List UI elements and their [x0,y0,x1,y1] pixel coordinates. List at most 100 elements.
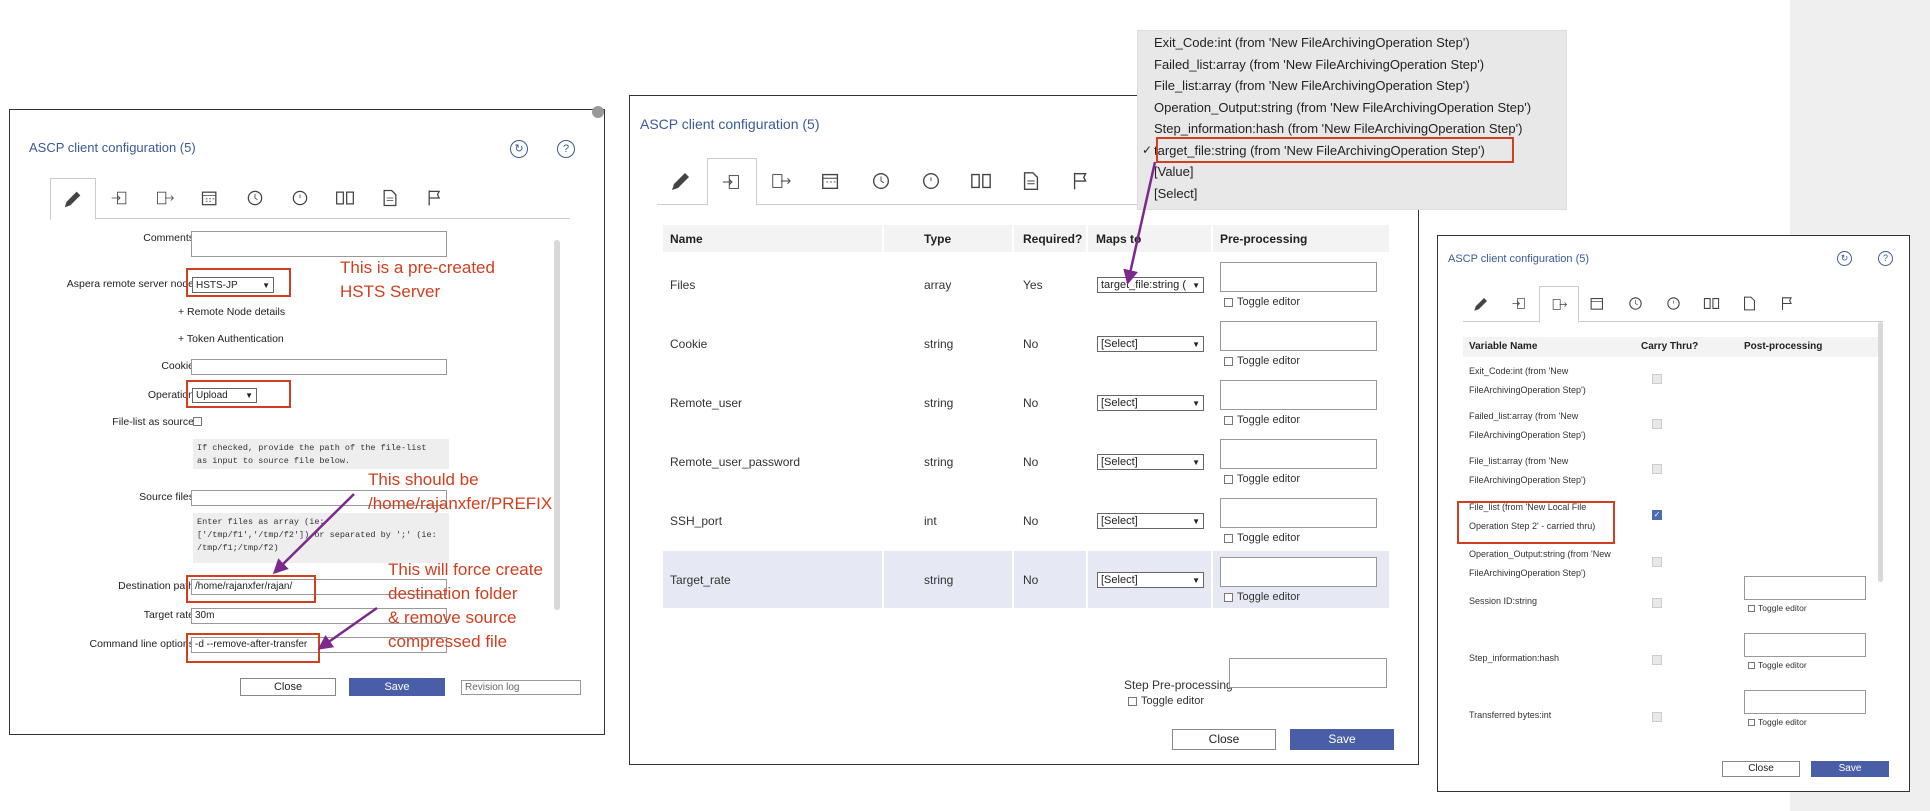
token-auth-toggle[interactable]: + Token Authentication [178,333,284,345]
save-button[interactable]: Save [349,678,445,696]
carry-thru-checkbox[interactable] [1652,712,1662,722]
post-processing-textarea[interactable] [1744,633,1866,657]
tab-notes[interactable] [1007,158,1055,204]
tab-retry[interactable] [1617,286,1653,321]
toggle-editor-checkbox[interactable] [1224,475,1233,484]
tab-schedule[interactable] [1579,286,1615,321]
tab-schedule[interactable] [807,158,855,204]
refresh-icon[interactable]: ↻ [1837,251,1852,266]
preprocessing-textarea[interactable] [1220,557,1377,587]
refresh-icon[interactable]: ↻ [510,140,528,158]
tab-docs[interactable] [1693,286,1729,321]
dropdown-option[interactable]: Operation_Output:string (from 'New FileA… [1154,100,1531,115]
tab-timeout[interactable] [1655,286,1691,321]
help-icon[interactable]: ? [1878,251,1893,266]
dropdown-option[interactable]: File_list:array (from 'New FileArchiving… [1154,78,1470,93]
preprocessing-textarea[interactable] [1220,498,1377,528]
chevron-down-icon: ▼ [1192,398,1200,408]
variable-name: Failed_list:array (from 'New [1469,411,1579,421]
tab-outputs[interactable] [757,158,805,204]
revision-log-field[interactable]: Revision log [461,680,581,695]
maps-to-select[interactable]: [Select] ▼ [1097,336,1204,352]
post-processing-textarea[interactable] [1744,690,1866,714]
tab-inputs[interactable] [1501,286,1537,321]
toggle-editor-checkbox[interactable] [1224,534,1233,543]
col-post-processing: Post-processing [1744,341,1823,352]
maps-to-select[interactable]: [Select] ▼ [1097,513,1204,529]
col-variable-name: Variable Name [1469,341,1538,352]
destination-path-label: Destination path [118,580,194,592]
tab-general[interactable] [657,158,705,204]
tab-retry[interactable] [235,178,275,218]
toggle-editor-checkbox[interactable] [1748,605,1755,612]
carry-thru-checkbox[interactable] [1652,419,1662,429]
toggle-editor-checkbox[interactable] [1224,416,1233,425]
carry-thru-checkbox[interactable] [1652,598,1662,608]
tab-timeout[interactable] [907,158,955,204]
output-icon [772,174,791,188]
toggle-editor-checkbox[interactable] [1224,593,1233,602]
dropdown-option[interactable]: [Value] [1154,164,1194,179]
tab-notes[interactable] [1731,286,1767,321]
remote-node-details-toggle[interactable]: + Remote Node details [178,306,285,318]
scrollbar[interactable] [1878,322,1883,582]
tab-outputs[interactable] [1539,286,1579,323]
tab-retry[interactable] [857,158,905,204]
highlight-selected-option [1156,137,1514,163]
preprocessing-textarea[interactable] [1220,262,1377,292]
comments-field[interactable] [191,231,447,257]
dropdown-option[interactable]: [Select] [1154,186,1197,201]
carry-thru-checkbox[interactable] [1652,374,1662,384]
toggle-editor-checkbox[interactable] [1224,357,1233,366]
tab-flag[interactable] [1057,158,1105,204]
carry-thru-checkbox[interactable] [1652,655,1662,665]
close-button[interactable]: Close [1722,761,1800,777]
preprocessing-textarea[interactable] [1220,380,1377,410]
tab-flag[interactable] [1769,286,1805,321]
annotation-line: /home/rajanxfer/PREFIX [368,494,553,513]
highlight-server-node [186,268,291,297]
save-button[interactable]: Save [1811,761,1889,777]
step-toggle-checkbox[interactable] [1128,697,1137,706]
tab-docs[interactable] [325,178,365,218]
close-icon[interactable] [592,106,604,118]
close-button[interactable]: Close [1172,729,1276,750]
carry-thru-checkbox[interactable]: ✓ [1652,510,1662,520]
tab-notes[interactable] [370,178,410,218]
tab-general[interactable] [1463,286,1499,321]
toggle-editor-checkbox[interactable] [1748,662,1755,669]
maps-to-select[interactable]: [Select] ▼ [1097,395,1204,411]
maps-to-select[interactable]: [Select] ▼ [1097,454,1204,470]
tab-inputs[interactable] [100,178,140,218]
dropdown-option[interactable]: Exit_Code:int (from 'New FileArchivingOp… [1154,35,1470,50]
preprocessing-textarea[interactable] [1220,439,1377,469]
tab-docs[interactable] [957,158,1005,204]
toggle-editor-checkbox[interactable] [1748,719,1755,726]
dropdown-option[interactable]: Step_information:hash (from 'New FileArc… [1154,121,1522,136]
server-node-label: Aspera remote server node [66,278,194,290]
toggle-editor-checkbox[interactable] [1224,298,1233,307]
step-preprocessing-textarea[interactable] [1229,658,1387,688]
tab-schedule[interactable] [190,178,230,218]
cookie-field[interactable] [191,359,447,375]
save-button[interactable]: Save [1290,729,1394,750]
chevron-down-icon: ▼ [1192,457,1200,467]
help-icon[interactable]: ? [557,140,575,158]
preprocessing-textarea[interactable] [1220,321,1377,351]
tab-timeout[interactable] [280,178,320,218]
dropdown-option[interactable]: Failed_list:array (from 'New FileArchivi… [1154,57,1484,72]
tab-flag[interactable] [415,178,455,218]
carry-thru-checkbox[interactable] [1652,464,1662,474]
scrollbar[interactable] [554,240,560,610]
file-list-source-checkbox[interactable] [193,417,202,426]
annotation-line: This is a pre-created [340,258,495,277]
output-icon [157,191,174,205]
tab-inputs[interactable] [707,158,757,206]
carry-thru-checkbox[interactable] [1652,557,1662,567]
post-processing-textarea[interactable] [1744,576,1866,600]
maps-to-select[interactable]: target_file:string (▼ [1097,277,1204,293]
tab-general[interactable] [50,178,96,220]
maps-to-select[interactable]: [Select] ▼ [1097,572,1204,588]
close-button[interactable]: Close [240,678,336,696]
tab-outputs[interactable] [145,178,185,218]
